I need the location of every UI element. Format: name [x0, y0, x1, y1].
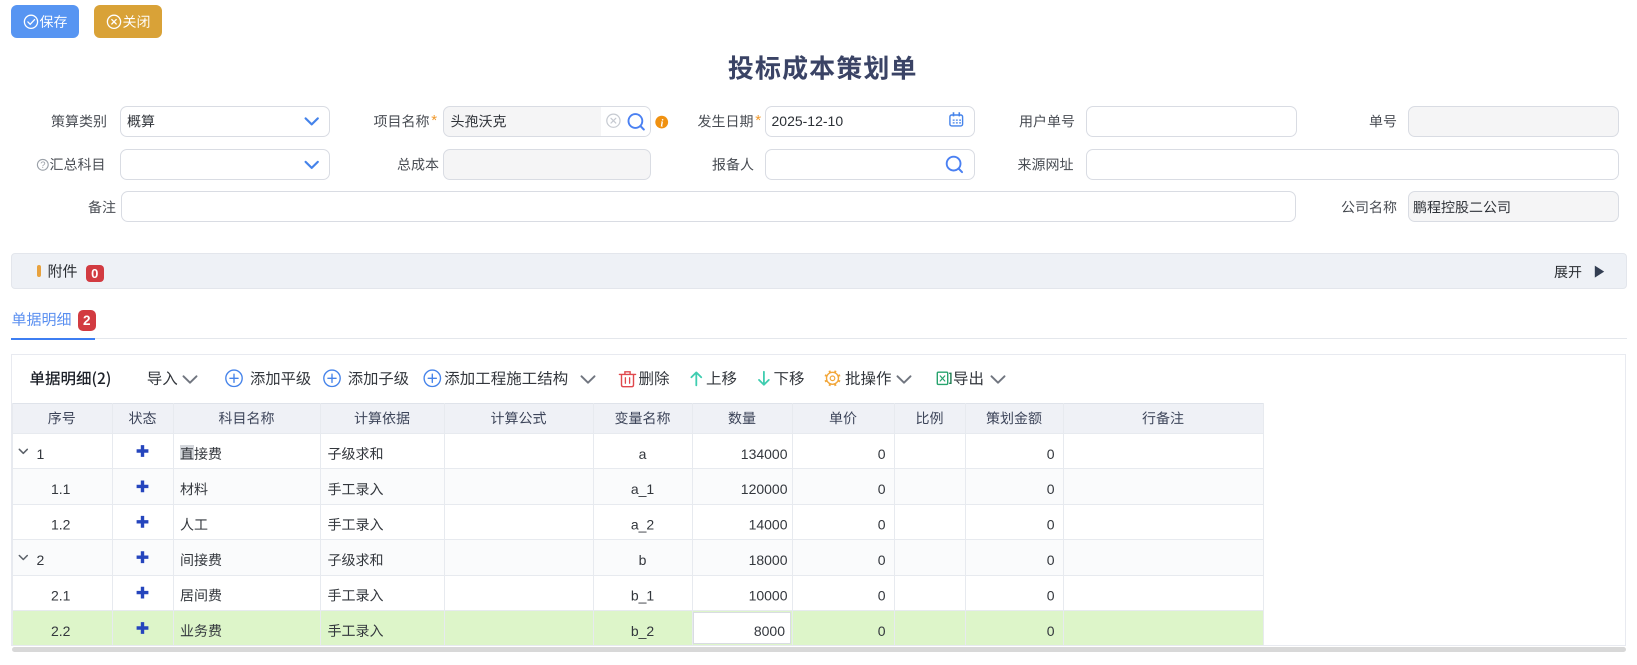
svg-text:*: * — [755, 112, 761, 129]
svg-text:*: * — [431, 112, 437, 129]
svg-text:?: ? — [40, 160, 45, 171]
svg-text:i: i — [661, 118, 664, 129]
